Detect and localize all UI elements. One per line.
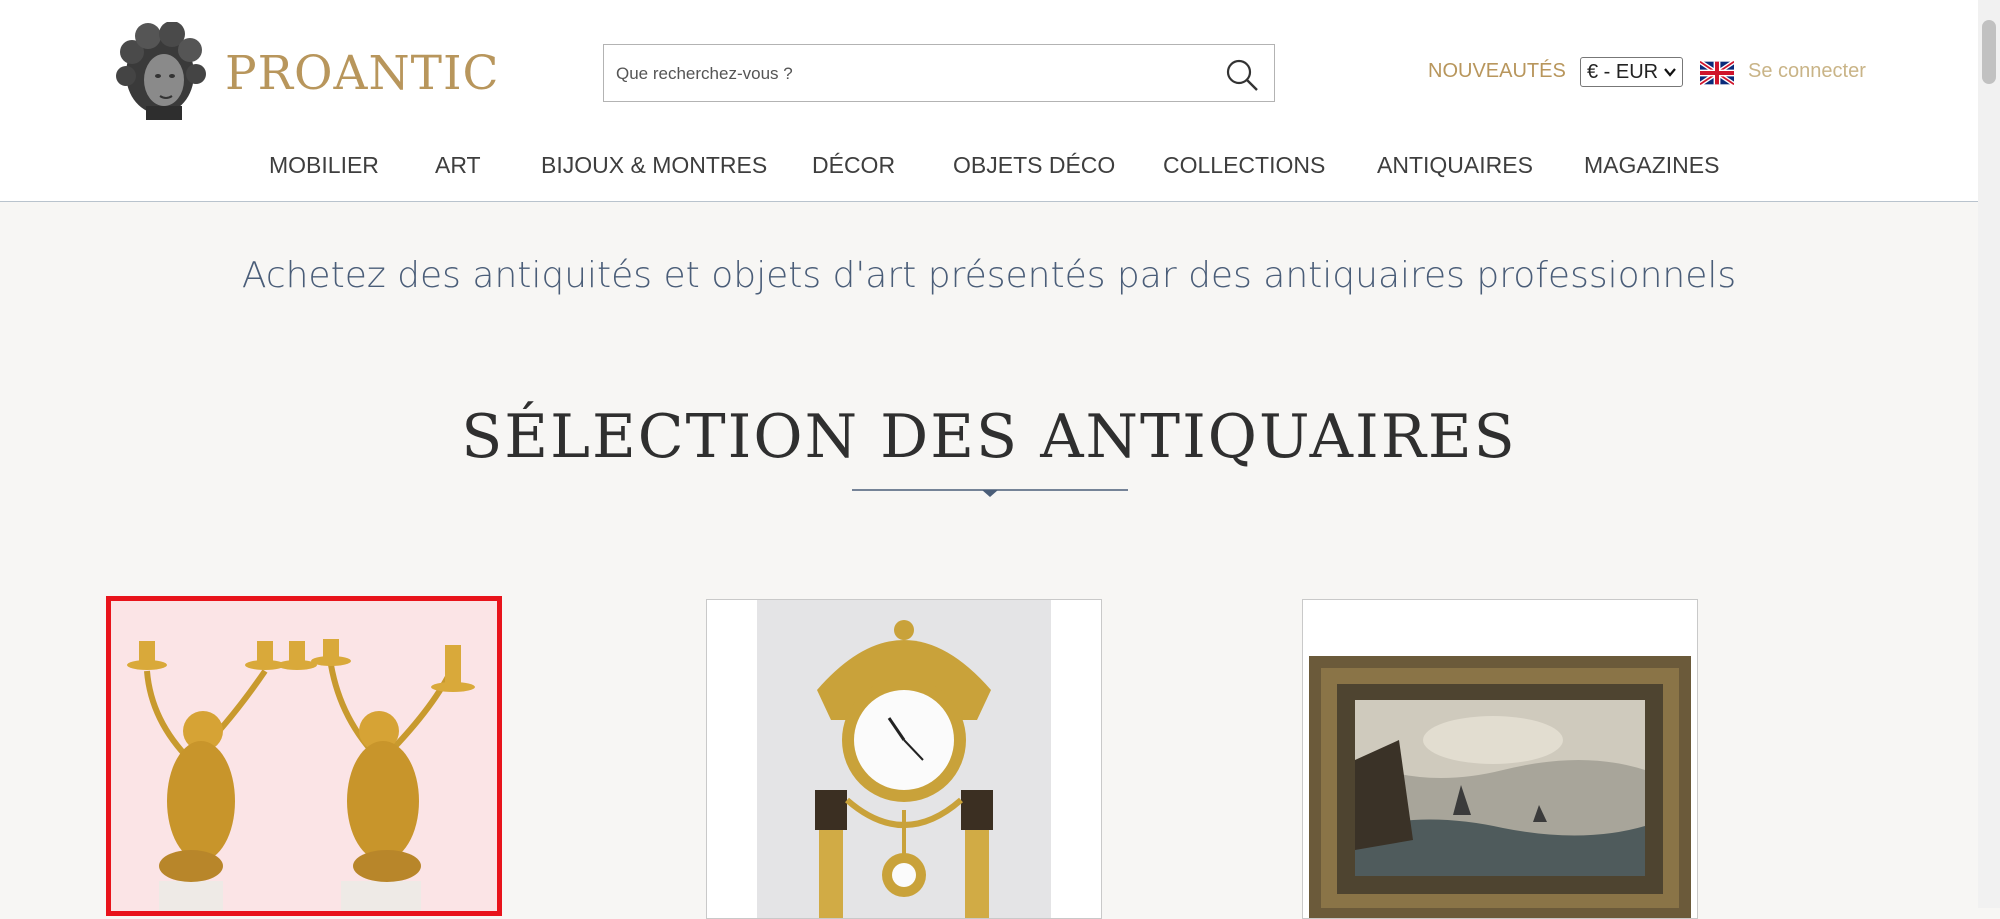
product-image-painting [1303,600,1697,918]
nav-item-art[interactable]: ART [435,152,481,179]
nav-item-decor[interactable]: DÉCOR [812,152,895,179]
nav-item-mobilier[interactable]: MOBILIER [269,152,379,179]
nouveautes-link[interactable]: NOUVEAUTÉS [1428,60,1566,83]
chevron-down-icon [1664,68,1676,77]
search-input[interactable] [614,45,1198,103]
uk-flag-icon[interactable] [1700,61,1734,85]
currency-selected-value: € - EUR [1587,61,1659,83]
nav-item-antiquaires[interactable]: ANTIQUAIRES [1377,152,1533,179]
page-tagline: Achetez des antiquités et objets d'art p… [241,255,1737,296]
login-link[interactable]: Se connecter [1748,60,1866,83]
search-box [603,44,1275,103]
nav-item-collections[interactable]: COLLECTIONS [1163,152,1325,179]
logo-text[interactable]: PROANTIC [225,46,500,101]
site-header: PROANTIC NOUVEAUTÉS € - EUR Se connecter… [0,0,1978,202]
nav-item-bijoux-montres[interactable]: BIJOUX & MONTRES [541,152,767,179]
vertical-scrollbar[interactable] [1978,0,2000,908]
product-card-clock[interactable] [706,599,1102,919]
scrollbar-thumb[interactable] [1982,20,1996,84]
product-card-painting[interactable] [1302,599,1698,919]
title-divider [852,489,1128,497]
section-title: SÉLECTION DES ANTIQUAIRES [461,402,1517,472]
logo-bust-icon[interactable] [112,22,208,122]
product-image-candelabra [111,601,497,911]
product-image-clock [707,600,1101,918]
nav-item-objets-deco[interactable]: OBJETS DÉCO [953,152,1115,179]
main-nav: MOBILIER ART BIJOUX & MONTRES DÉCOR OBJE… [0,140,1978,188]
nav-item-magazines[interactable]: MAGAZINES [1584,152,1719,179]
product-card-candelabra[interactable] [106,596,502,916]
currency-select[interactable]: € - EUR [1580,57,1683,87]
search-icon[interactable] [1224,57,1260,93]
